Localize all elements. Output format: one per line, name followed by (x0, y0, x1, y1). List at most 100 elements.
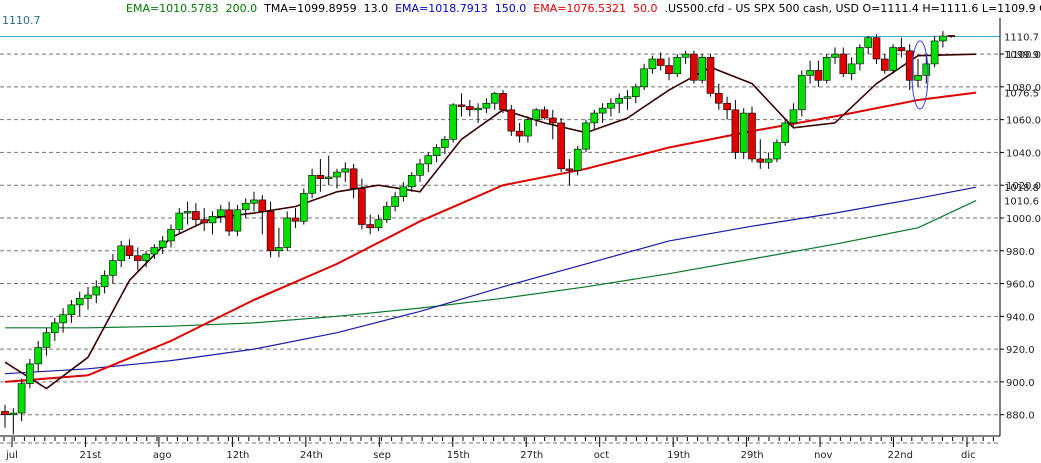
candle-body (889, 47, 897, 71)
candle-body (814, 70, 823, 81)
candle-body (374, 219, 383, 229)
candle-body (258, 199, 267, 212)
candle-body (648, 58, 657, 70)
candle-body (681, 53, 690, 58)
candle-body (789, 109, 798, 124)
candle-body (208, 216, 217, 224)
candle-body (665, 65, 673, 75)
indicator-lines (4, 53, 977, 390)
candle-body (250, 199, 258, 204)
candle-body (914, 75, 922, 81)
y-tick-label: 900.0 (1006, 378, 1035, 389)
candle-body (482, 102, 491, 109)
candle-body (233, 209, 242, 232)
candle-body (507, 109, 516, 132)
candle-body (565, 168, 574, 171)
candle-body (773, 142, 781, 160)
candle-body (59, 314, 67, 324)
price-label: 1018.8 (1004, 183, 1039, 194)
candle-body (175, 212, 184, 230)
candle-body (939, 35, 947, 42)
candle-body (158, 240, 167, 248)
candle-body (557, 122, 565, 170)
candle-body (341, 168, 350, 173)
chart: EMA=1010.5783 200.0 TMA=1099.8959 13.0 EMA=1… (0, 2, 1041, 461)
x-tick-label: 29th (741, 450, 764, 461)
y-tick-label: 980.0 (1006, 247, 1035, 258)
candle-body (598, 107, 607, 114)
header-item: EMA=1076.5321 (533, 2, 626, 15)
candle-body (109, 260, 117, 276)
candle-body (690, 53, 698, 81)
candle-body (474, 107, 482, 111)
x-tick-label: dic (961, 450, 976, 461)
candle-body (590, 112, 599, 124)
candle-body (631, 86, 640, 97)
candle-body (299, 193, 308, 222)
candle-body (407, 175, 416, 188)
candle-body (183, 211, 192, 214)
header-item: 50.0 (633, 2, 658, 15)
candle-body (880, 58, 889, 71)
y-tick-label: 920.0 (1006, 345, 1035, 356)
candle-body (399, 186, 408, 197)
candle-body (225, 209, 233, 232)
candle-body (424, 155, 433, 165)
header-item: EMA=1010.5783 (126, 2, 219, 15)
x-tick-label: ago (153, 450, 172, 461)
candle-body (192, 211, 200, 220)
candle-body (673, 57, 682, 75)
candle-body (291, 217, 300, 222)
candle-body (1, 411, 9, 415)
y-tick-label: 880.0 (1006, 411, 1035, 422)
candle-body (266, 211, 275, 252)
series-line (5, 200, 977, 329)
x-tick-label: 12th (226, 450, 249, 461)
candle-body (84, 294, 92, 299)
y-tick-label: 960.0 (1006, 280, 1035, 291)
candle-body (416, 163, 424, 176)
candle-body (731, 109, 740, 153)
candle-body (217, 209, 225, 217)
candle-body (806, 70, 814, 76)
candle-body (897, 47, 906, 52)
candle-body (698, 57, 707, 81)
candle-body (100, 275, 109, 288)
candle-body (797, 75, 806, 111)
candle-body (656, 58, 665, 66)
candle-body (781, 122, 790, 143)
candle-body (739, 112, 748, 153)
candle-body (748, 112, 756, 160)
header-item: .US500.cfd - US SPX 500 cash, USD O=1111… (664, 2, 1041, 15)
candle-body (922, 63, 931, 76)
candle-body (714, 93, 723, 104)
candle-body (756, 158, 765, 163)
candle-body (847, 63, 856, 75)
candle-body (34, 347, 43, 365)
candle-body (839, 53, 848, 75)
header-item: 200.0 (226, 2, 258, 15)
x-tick-label: nov (814, 450, 832, 461)
candle-body (283, 217, 292, 248)
candle-body (822, 57, 831, 81)
candle-body (864, 37, 873, 48)
candle-body (358, 188, 366, 225)
candle-body (117, 245, 125, 261)
header-item: EMA=1018.7913 (395, 2, 488, 15)
series-line (4, 53, 977, 390)
candle-body (9, 412, 18, 415)
y-tick-label: 940.0 (1006, 312, 1035, 323)
y-tick-label: 1060.0 (1006, 116, 1041, 127)
series-line (4, 91, 977, 383)
candle-body (75, 298, 84, 306)
x-tick-label: sep (373, 450, 391, 461)
candle-body (67, 304, 76, 315)
candle-body (333, 171, 341, 178)
candle-body (26, 363, 34, 384)
y-tick-label: 1040.0 (1006, 148, 1041, 159)
candle-body (92, 286, 101, 296)
candle-body (856, 47, 864, 65)
candle-body (17, 383, 26, 414)
candle-body (366, 224, 375, 229)
candle-body (150, 247, 159, 255)
